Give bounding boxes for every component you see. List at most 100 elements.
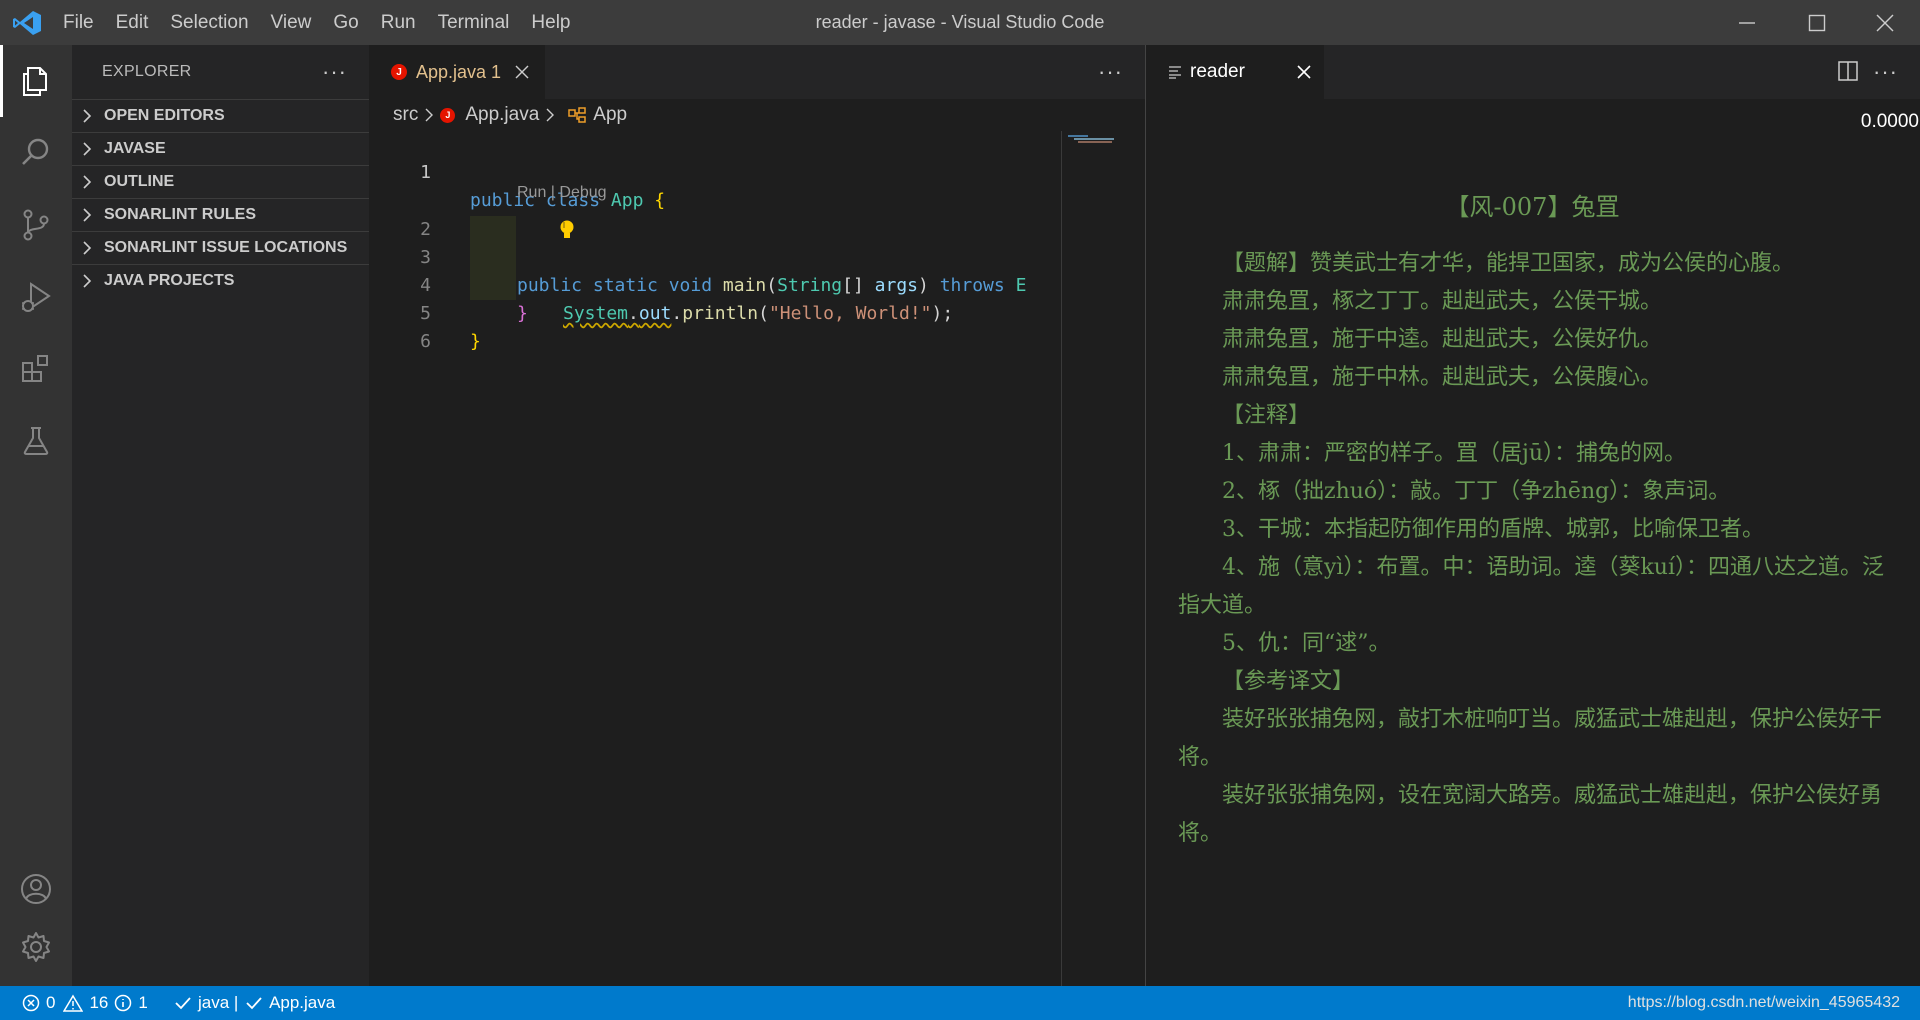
menu-view[interactable]: View <box>260 0 323 45</box>
accounts-icon <box>21 874 51 904</box>
tab-reader[interactable]: reader <box>1146 45 1324 99</box>
code-line: 3 System.out.println("Hello, World!"); <box>369 216 1059 324</box>
close-icon <box>515 65 529 79</box>
section-java-projects[interactable]: JAVA PROJECTS <box>72 264 369 297</box>
section-sonarlint-issue-locations[interactable]: SONARLINT ISSUE LOCATIONS <box>72 231 369 264</box>
menu-help[interactable]: Help <box>520 0 581 45</box>
section-sonarlint-rules[interactable]: SONARLINT RULES <box>72 198 369 231</box>
vscode-logo-icon <box>12 10 42 36</box>
minimap[interactable] <box>1061 131 1130 986</box>
paragraph: 【题解】赞美武士有才华，能捍卫国家，成为公侯的心腹。 <box>1222 251 1795 276</box>
close-window-button[interactable] <box>1850 0 1920 45</box>
section-label: JAVASE <box>104 140 166 157</box>
section-label: OPEN EDITORS <box>104 107 225 124</box>
split-editor-icon <box>1838 61 1858 81</box>
minimize-button[interactable] <box>1712 0 1782 45</box>
chevron-right-icon <box>82 109 94 123</box>
java-error-file-icon: J <box>391 64 407 80</box>
editor-more-actions-button[interactable]: ··· <box>1098 59 1123 85</box>
extensions-icon <box>22 355 48 382</box>
paragraph: 4、施（意yì）：布置。中：语助词。逵（葵kuí）：四通八达之道。泛指大道。 <box>1178 555 1885 618</box>
close-icon <box>1876 14 1894 31</box>
search-icon <box>22 138 49 165</box>
testing-button[interactable] <box>0 405 72 477</box>
paragraph: 【注释】 <box>1222 403 1311 428</box>
info-icon <box>115 994 132 1012</box>
tab-close-button[interactable] <box>515 65 529 79</box>
reading-progress: 0.0000 <box>1860 111 1919 132</box>
editor-group-reader: reader ··· 0.0000 【风-007】兔罝 【题解】赞美武士有才华，… <box>1145 45 1920 986</box>
section-label: JAVA PROJECTS <box>104 272 235 289</box>
search-button[interactable] <box>0 117 72 189</box>
preview-file-icon <box>1168 65 1182 79</box>
java-status-label: java | <box>198 993 244 1012</box>
sidebar-title: EXPLORER <box>102 63 192 80</box>
menu-edit[interactable]: Edit <box>105 0 160 45</box>
chevron-right-icon <box>82 274 94 288</box>
warning-icon <box>63 994 84 1012</box>
maximize-button[interactable] <box>1782 0 1852 45</box>
reader-view[interactable]: 0.0000 【风-007】兔罝 【题解】赞美武士有才华，能捍卫国家，成为公侯的… <box>1146 99 1919 986</box>
editor-more-actions-button[interactable]: ··· <box>1873 59 1898 85</box>
watermark-url: https://blog.csdn.net/weixin_45965432 <box>1627 994 1900 1011</box>
testing-icon <box>23 427 49 455</box>
section-outline[interactable]: OUTLINE <box>72 165 369 198</box>
explorer-sidebar: EXPLORER ··· OPEN EDITORS JAVASE OUTLINE… <box>72 45 369 986</box>
chevron-right-icon <box>82 142 94 156</box>
breadcrumb: src J App.java App <box>369 99 1145 131</box>
chevron-right-icon <box>82 241 94 255</box>
settings-gear-icon <box>22 932 50 962</box>
section-javase[interactable]: JAVASE <box>72 132 369 165</box>
check-icon <box>246 997 262 1010</box>
paragraph: 5、仇：同“逑”。 <box>1222 631 1391 656</box>
code-editor[interactable]: 1 public class App { Run | Debug 2 publi… <box>369 131 1059 986</box>
paragraph: 2、椓（拙zhuó）：敲。丁丁（争zhēng）：象声词。 <box>1222 479 1731 504</box>
paragraph: 【参考译文】 <box>1222 669 1355 694</box>
extensions-button[interactable] <box>0 333 72 405</box>
problems-status[interactable]: 0 16 1 <box>22 986 148 1020</box>
section-label: OUTLINE <box>104 173 175 190</box>
explorer-icon <box>23 67 47 96</box>
warning-count: 16 <box>89 993 109 1012</box>
chevron-right-icon <box>545 108 555 122</box>
sidebar-header: EXPLORER ··· <box>72 45 369 99</box>
paragraph: 肃肃兔罝，施于中林。赳赳武夫，公侯腹心。 <box>1222 365 1663 390</box>
paragraph: 3、干城：本指起防御作用的盾牌、城郭，比喻保卫者。 <box>1222 517 1764 542</box>
info-count: 1 <box>138 993 148 1012</box>
code-line: 2 public static void main(String[] args)… <box>369 188 1059 296</box>
chevron-right-icon <box>82 208 94 222</box>
menu-terminal[interactable]: Terminal <box>427 0 521 45</box>
tab-close-button[interactable] <box>1297 65 1311 79</box>
run-debug-button[interactable] <box>0 261 72 333</box>
breadcrumb-app-java[interactable]: App.java <box>465 104 539 126</box>
split-editor-button[interactable] <box>1838 61 1858 84</box>
paragraph: 1、肃肃：严密的样子。罝（居jū）：捕兔的网。 <box>1222 441 1686 466</box>
check-icon <box>175 997 191 1010</box>
chapter-body: 【题解】赞美武士有才华，能捍卫国家，成为公侯的心腹。 肃肃兔罝，椓之丁丁。赳赳武… <box>1178 245 1898 853</box>
sidebar-more-actions-button[interactable]: ··· <box>322 59 347 85</box>
error-count: 0 <box>46 993 56 1012</box>
menu-selection[interactable]: Selection <box>159 0 259 45</box>
section-open-editors[interactable]: OPEN EDITORS <box>72 99 369 132</box>
menu-go[interactable]: Go <box>322 0 369 45</box>
source-control-button[interactable] <box>0 189 72 261</box>
chapter-title: 【风-007】兔罝 <box>1445 193 1620 221</box>
settings-button[interactable] <box>0 911 72 983</box>
menu-run[interactable]: Run <box>370 0 427 45</box>
tab-bar: reader ··· <box>1146 45 1920 99</box>
menu-file[interactable]: File <box>52 0 105 45</box>
codelens-line: Run | Debug <box>369 157 1059 201</box>
breadcrumb-app-class[interactable]: App <box>593 104 627 126</box>
breadcrumb-src[interactable]: src <box>393 104 418 126</box>
java-error-file-icon: J <box>440 107 456 123</box>
activity-bar <box>0 45 72 986</box>
code-line: 5 } <box>369 272 1059 352</box>
run-debug-icon <box>22 282 51 312</box>
section-label: SONARLINT ISSUE LOCATIONS <box>104 239 348 256</box>
java-status[interactable]: java | App.java <box>174 986 335 1020</box>
code-text: } <box>470 331 481 352</box>
explorer-button[interactable] <box>0 45 72 117</box>
tab-app-java[interactable]: J App.java 1 <box>369 45 545 99</box>
status-bar: 0 16 1 java | App.java https://blog.csdn… <box>0 986 1920 1020</box>
class-symbol-icon <box>567 106 587 124</box>
